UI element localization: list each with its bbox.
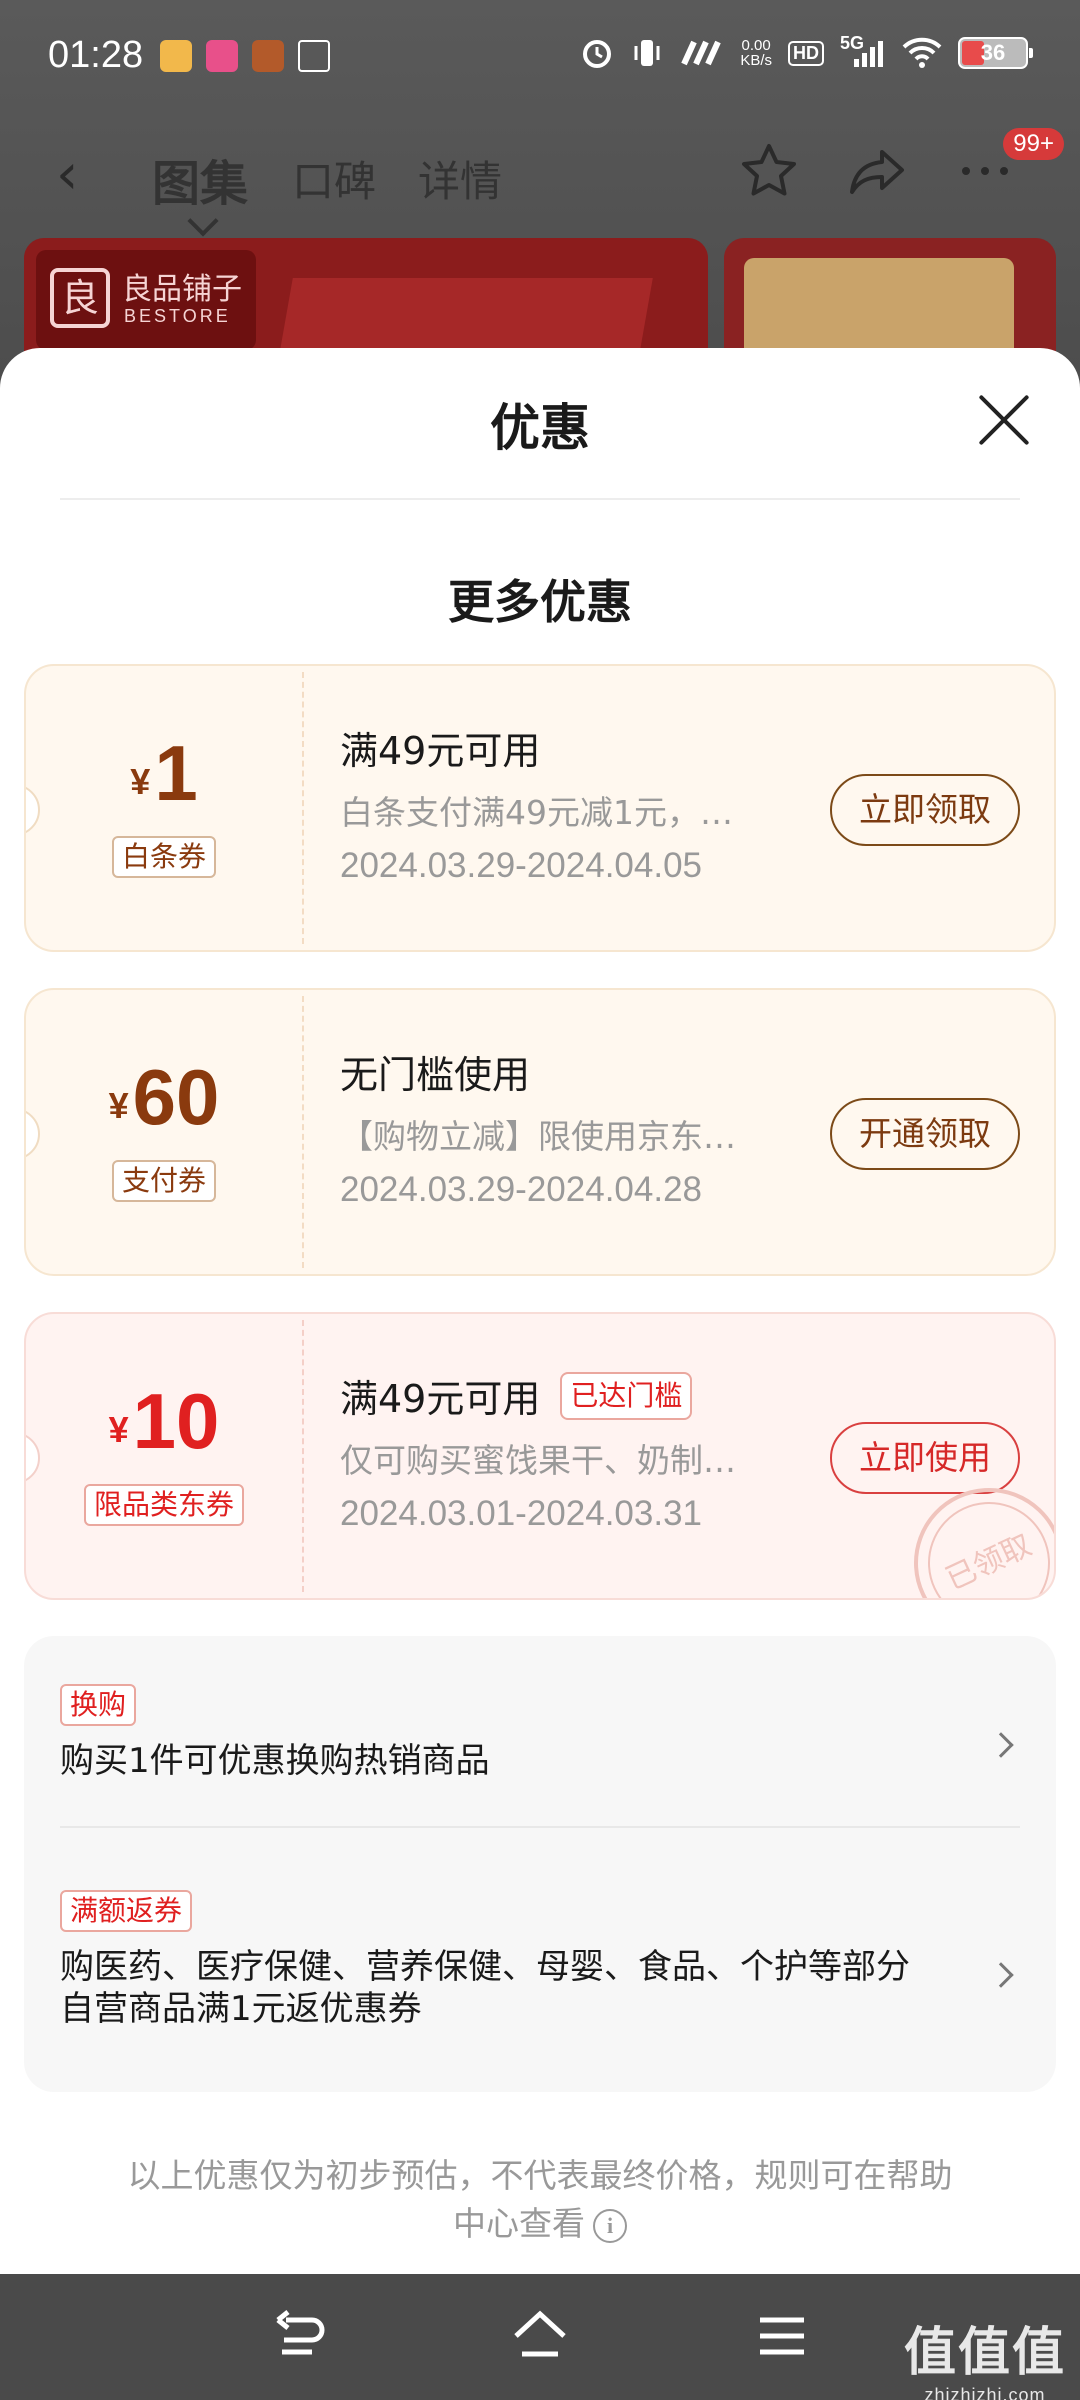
home-nav-icon[interactable]: [510, 2306, 570, 2366]
net-speed: 0.00 KB/s: [740, 38, 772, 68]
coupon-card: ¥1 白条券 满49元可用 白条支付满49元减1元，… 2024.03.29-2…: [24, 664, 1056, 952]
coupon-divider: [302, 996, 304, 1268]
tab-reviews[interactable]: 口碑: [292, 148, 376, 209]
coupon-card: ¥10 限品类东券 满49元可用 已达门槛 仅可购买蜜饯果干、奶制… 2024.0…: [24, 1312, 1056, 1600]
promo-text: 购买1件可优惠换购热销商品: [60, 1741, 490, 1781]
coupon-validity: 2024.03.29-2024.04.28: [340, 1170, 702, 1209]
alarm-icon: [583, 40, 612, 68]
promo-text: 购医药、医疗保健、营养保健、母婴、食品、个护等部分自营商品满1元返优惠券: [60, 1947, 910, 2029]
coupon-validity: 2024.03.29-2024.04.05: [340, 846, 702, 885]
coupon-type-label: 白条券: [111, 836, 216, 878]
section-title: 更多优惠: [448, 575, 632, 629]
brand-mark-icon: 良: [50, 268, 110, 328]
coupon-type: 支付券: [26, 1160, 302, 1202]
back-arrow-icon[interactable]: ‹: [56, 142, 78, 207]
watermark-sub: zhizhizhi.com: [924, 2385, 1046, 2400]
divider: [60, 498, 1020, 500]
amount-value: 1: [154, 729, 198, 817]
brand-logo: 良 良品铺子 BESTORE: [36, 250, 256, 350]
coupon-type-label: 支付券: [111, 1160, 216, 1202]
chevron-right-icon: [988, 1732, 1014, 1758]
promo-cashback-coupon[interactable]: 满额返券 购医药、医疗保健、营养保健、母婴、食品、个护等部分自营商品满1元返优惠…: [60, 1890, 1020, 2030]
promotions-panel: 换购 购买1件可优惠换购热销商品 满额返券 购医药、医疗保健、营养保健、母婴、食…: [24, 1636, 1056, 2092]
amount-value: 60: [132, 1053, 220, 1141]
app-notification-icon: [160, 40, 192, 72]
app-notification-icon: [206, 40, 238, 72]
coupon-divider: [302, 672, 304, 944]
coupon-type: 白条券: [26, 836, 302, 878]
status-time: 01:28: [48, 34, 144, 76]
message-count-badge: 99+: [1003, 128, 1064, 160]
notification-icons: [160, 40, 330, 72]
coupon-validity: 2024.03.01-2024.03.31: [340, 1494, 702, 1533]
coupon-description: 仅可购买蜜饯果干、奶制…: [340, 1441, 736, 1480]
product-nav-bar: ‹ 图集 口碑 详情 99+: [0, 120, 1080, 230]
brand-name: 良品铺子: [122, 272, 242, 307]
status-indicators: 0.00 KB/s HD 5G 36: [580, 33, 1033, 70]
signal-bars-icon: [854, 41, 883, 67]
watermark: 值值值 zhizhizhi.com: [904, 2310, 1066, 2400]
coupon-title-text: 无门槛使用: [340, 1053, 531, 1097]
disclaimer-text: 以上优惠仅为初步预估，不代表最终价格，规则可在帮助中心查看: [127, 2156, 953, 2243]
amount-value: 10: [132, 1377, 220, 1465]
claim-button[interactable]: 立即领取: [830, 774, 1020, 846]
network-icon: [681, 40, 722, 66]
threshold-met-badge: 已达门槛: [560, 1371, 693, 1420]
activate-claim-button[interactable]: 开通领取: [830, 1098, 1020, 1170]
net-speed-value: 0.00: [741, 37, 771, 54]
hd-badge: HD: [788, 40, 824, 66]
favorite-star-icon[interactable]: [738, 140, 800, 202]
battery-text: 36: [980, 40, 1006, 65]
vibrate-icon: [634, 40, 660, 66]
currency-symbol: ¥: [108, 1409, 129, 1450]
tab-gallery[interactable]: 图集: [152, 144, 248, 214]
battery-indicator: 36: [958, 37, 1033, 69]
sheet-title: 优惠: [490, 399, 590, 457]
share-icon[interactable]: [846, 140, 908, 202]
app-notification-icon: [252, 40, 284, 72]
coupon-divider: [302, 1320, 304, 1592]
promo-tag: 满额返券: [60, 1890, 193, 1932]
coupon-title-text: 满49元可用: [340, 729, 541, 773]
currency-symbol: ¥: [130, 761, 151, 802]
tab-details[interactable]: 详情: [418, 148, 502, 209]
coupon-description: 白条支付满49元减1元，…: [340, 793, 733, 832]
divider: [60, 1826, 1020, 1828]
promo-tag: 换购: [60, 1684, 137, 1726]
coupon-amount: ¥1: [26, 728, 302, 819]
wifi-icon: [902, 37, 942, 68]
cellular-signal: 5G: [840, 33, 886, 69]
coupon-amount: ¥60: [26, 1052, 302, 1143]
promo-trade-in[interactable]: 换购 购买1件可优惠换购热销商品: [60, 1684, 1020, 1782]
coupon-type: 限品类东券: [26, 1484, 302, 1526]
watermark-main: 值值值: [903, 2324, 1066, 2382]
coupon-card: ¥60 支付券 无门槛使用 【购物立减】限使用京东… 2024.03.29-20…: [24, 988, 1056, 1276]
coupon-title-text: 满49元可用: [340, 1377, 541, 1421]
net-speed-unit: KB/s: [740, 52, 772, 69]
coupon-amount: ¥10: [26, 1376, 302, 1467]
coupon-description: 【购物立减】限使用京东…: [340, 1117, 736, 1156]
chevron-right-icon: [988, 1962, 1014, 1988]
disclaimer: 以上优惠仅为初步预估，不代表最终价格，规则可在帮助中心查看 i: [120, 2152, 960, 2248]
info-icon[interactable]: i: [593, 2208, 627, 2243]
coupon-title: 满49元可用: [340, 720, 540, 775]
coupon-type-label: 限品类东券: [83, 1484, 244, 1526]
background-page: 01:28 0.00 KB/s HD 5G 36 ‹ 图集 口碑 详情 99+ …: [0, 0, 1080, 400]
close-icon[interactable]: [976, 392, 1032, 448]
back-nav-icon[interactable]: [270, 2306, 330, 2366]
brand-name-en: BESTORE: [124, 306, 231, 326]
currency-symbol: ¥: [108, 1085, 129, 1126]
menu-nav-icon[interactable]: [752, 2306, 812, 2366]
coupon-title: 无门槛使用: [340, 1044, 530, 1099]
status-bar: 01:28 0.00 KB/s HD 5G 36: [0, 0, 1080, 120]
discount-sheet: 优惠 更多优惠 ¥1 白条券 满49元可用 白条支付满49元减1元，… 2024…: [0, 348, 1080, 2274]
alipay-icon: [298, 40, 330, 72]
use-now-button[interactable]: 立即使用: [830, 1422, 1020, 1494]
coupon-title: 满49元可用 已达门槛: [340, 1368, 693, 1423]
